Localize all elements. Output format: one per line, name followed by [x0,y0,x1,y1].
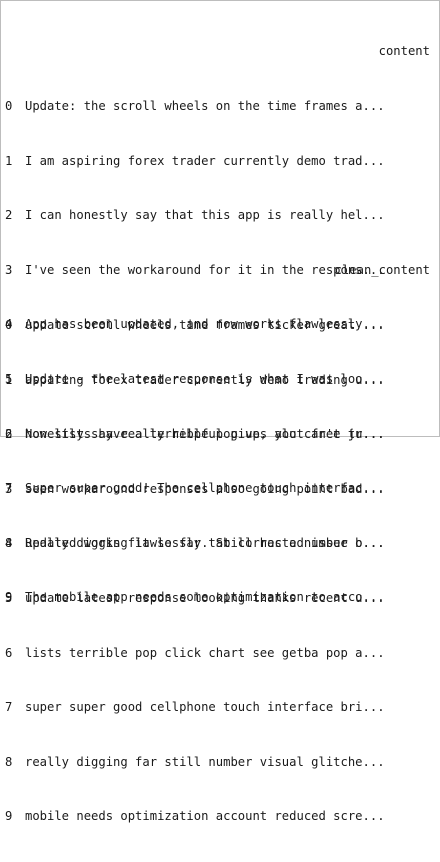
series-row: 1 aspiring forex trader currently demo tr… [5,371,430,389]
series-row: 2 honestly say really helpful gives alot … [5,425,430,443]
series-row: 5 update latest response looking thanks r… [5,589,430,607]
row-index: 2 [5,208,13,223]
row-index: 7 [5,700,13,715]
row-index: 2 [5,427,13,442]
row-index: 1 [5,372,13,387]
row-text: super super good cellphone touch interfa… [25,700,385,715]
row-text: updated works flawlessly tab corrected i… [25,536,385,551]
series-row: 8 really digging far still number visual … [5,753,430,771]
row-index: 6 [5,645,13,660]
series-row: 7 super super good cellphone touch interf… [5,698,430,716]
row-index: 1 [5,153,13,168]
row-text: update latest response looking thanks re… [25,590,385,605]
series-row: 0 Update: the scroll wheels on the time f… [5,97,430,115]
row-text: update scroll wheels time frames ticker … [25,318,385,332]
row-text: Update: the scroll wheels on the time fr… [25,99,385,113]
row-text: seen workaround responses also going poi… [25,481,385,496]
row-index: 3 [5,481,13,496]
series-clean-content-output: clean_content 0 update scroll wheels time… [5,225,430,862]
row-text: aspiring forex trader currently demo tra… [25,372,385,387]
series-row: 3 seen workaround responses also going po… [5,480,430,498]
series-row: 1 I am aspiring forex trader currently de… [5,152,430,170]
series-row: 6 lists terrible pop click chart see getb… [5,644,430,662]
row-index: 4 [5,536,13,551]
row-text: I can honestly say that this app is real… [25,208,385,223]
notebook-output-cell: content 0 Update: the scroll wheels on th… [0,0,440,823]
row-index: 5 [5,590,13,605]
row-text: honestly say really helpful gives alot f… [25,427,385,442]
series-header: clean_content [334,263,430,278]
row-index: 9 [5,809,13,824]
row-index: 0 [5,99,13,113]
row-index: 0 [5,318,13,332]
row-text: lists terrible pop click chart see getba… [25,645,385,660]
series-row: 9 mobile needs optimization account reduc… [5,807,430,825]
row-text: really digging far still number visual g… [25,754,385,769]
series-row: 2 I can honestly say that this app is rea… [5,206,430,224]
series-header: content [378,44,430,59]
series-row: 4 updated works flawlessly tab corrected … [5,534,430,552]
row-index: 8 [5,754,13,769]
row-text: mobile needs optimization account reduce… [25,809,385,824]
series-row: 0 update scroll wheels time frames ticker… [5,316,430,334]
row-text: I am aspiring forex trader currently dem… [25,153,385,168]
